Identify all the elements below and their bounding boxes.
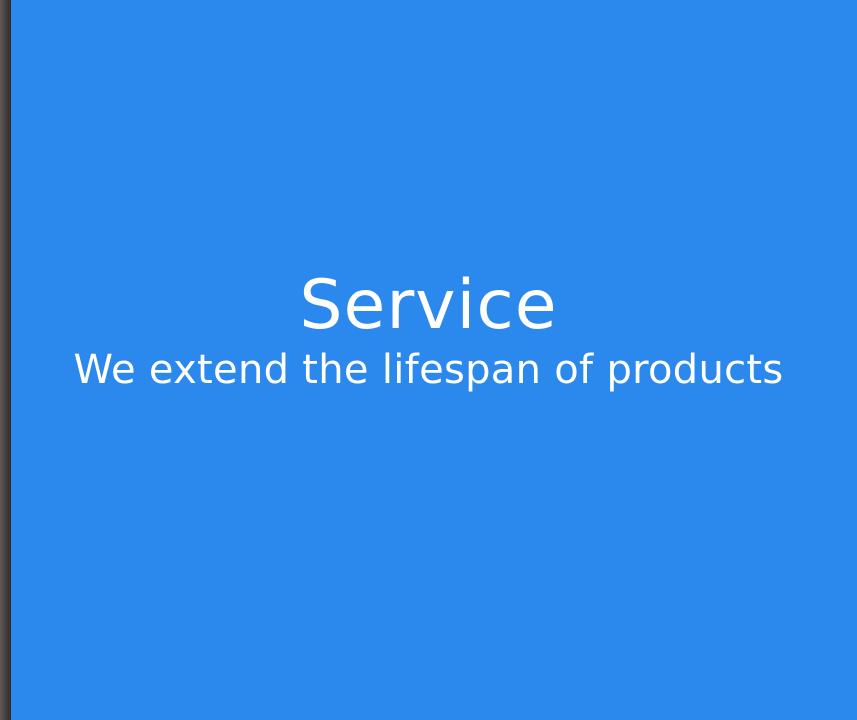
hero-headline: Service We extend the lifespan of produc… [0,266,857,393]
hero-title: Service [299,266,558,345]
page: Service We extend the lifespan of produc… [0,0,857,720]
hero-subtitle: We extend the lifespan of products [73,347,784,393]
